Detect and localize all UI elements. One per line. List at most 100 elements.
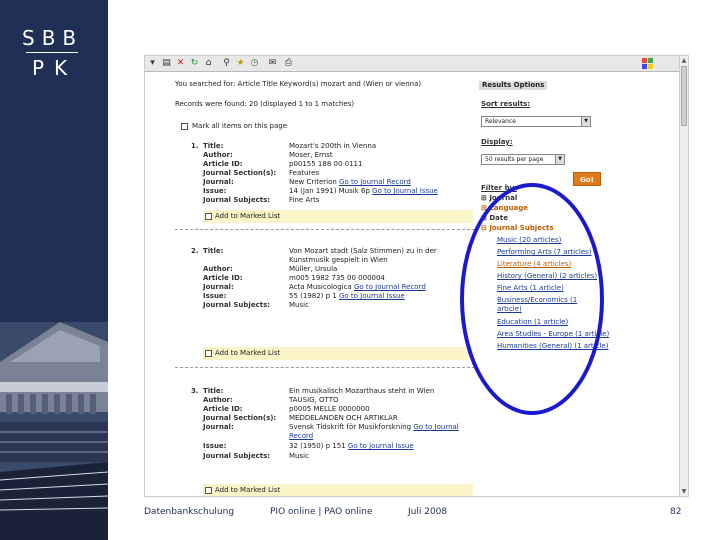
- print-icon[interactable]: ⎙: [283, 58, 294, 69]
- journal-record-link[interactable]: Go to Journal Record: [339, 178, 411, 186]
- field-value: Features: [289, 169, 320, 177]
- left-branding-panel: SBB PK: [0, 0, 108, 540]
- field-label: Journal:: [203, 283, 234, 291]
- add-to-marked-list-label: Add to Marked List: [215, 349, 281, 357]
- close-icon[interactable]: ✕: [175, 58, 186, 69]
- chevron-down-icon[interactable]: ▼: [581, 117, 590, 126]
- mark-all-checkbox[interactable]: [181, 123, 188, 130]
- home-icon[interactable]: ⌂: [203, 58, 214, 69]
- issue-text: 14 (Jan 1991) Musik 6p: [289, 187, 370, 195]
- field-label: Issue:: [203, 292, 227, 300]
- add-to-marked-list-checkbox[interactable]: [205, 350, 212, 357]
- footer-date: Juli 2008: [408, 507, 448, 517]
- history-icon[interactable]: ◷: [249, 58, 260, 69]
- field-value: 55 (1982) p 1 Go to Journal Issue: [289, 292, 405, 301]
- result-separator: [175, 229, 475, 230]
- windows-logo-icon: [642, 58, 653, 69]
- chevron-down-icon[interactable]: ▼: [555, 155, 564, 164]
- records-found: Records were found: 20 (displayed 1 to 1…: [175, 100, 355, 108]
- slide-footer: Datenbankschulung PIO online | PAO onlin…: [144, 507, 684, 523]
- field-label: Issue:: [203, 187, 227, 195]
- field-value: MEDDELANDEN OCH ARTIKLAR: [289, 414, 398, 422]
- field-value: Acta Musicologica Go to Journal Record: [289, 283, 426, 292]
- field-label: Title:: [203, 387, 224, 395]
- go-button[interactable]: Go!: [573, 172, 601, 186]
- highlight-ellipse: [460, 183, 604, 415]
- scroll-down-arrow-icon[interactable]: ▼: [680, 487, 688, 496]
- favorites-icon[interactable]: ★: [235, 58, 246, 69]
- dropdown-icon[interactable]: ▾: [147, 58, 158, 69]
- field-label: Article ID:: [203, 405, 243, 413]
- mail-icon[interactable]: ✉: [267, 58, 278, 69]
- add-to-marked-list-label: Add to Marked List: [215, 212, 281, 220]
- scroll-thumb[interactable]: [681, 66, 687, 126]
- logo-line-1: SBB: [22, 26, 84, 50]
- journal-name: New Criterion: [289, 178, 337, 186]
- vertical-scrollbar[interactable]: ▲ ▼: [679, 56, 688, 496]
- result-number: 3.: [191, 387, 199, 395]
- logo-line-2: PK: [32, 56, 78, 80]
- field-label: Journal Subjects:: [203, 301, 271, 309]
- display-label: Display:: [481, 138, 513, 146]
- add-to-marked-list-checkbox[interactable]: [205, 213, 212, 220]
- display-select[interactable]: 50 results per page ▼: [481, 154, 565, 165]
- results-page: You searched for: Article Title Keyword(…: [175, 76, 680, 496]
- field-value: Fine Arts: [289, 196, 320, 204]
- result-title: Von Mozart stadt (Salz Stimmen) zu in de…: [289, 247, 437, 255]
- footer-course: Datenbankschulung: [144, 507, 235, 517]
- sort-results-value: Relevance: [485, 118, 516, 125]
- journal-issue-link[interactable]: Go to Journal Issue: [348, 442, 414, 450]
- field-label: Author:: [203, 396, 233, 404]
- issue-text: 32 (1950) p 151: [289, 442, 346, 450]
- sort-results-select[interactable]: Relevance ▼: [481, 116, 591, 127]
- browser-toolbar: ▾ ▤ ✕ ↻ ⌂ ⚲ ★ ◷ ✉ ⎙: [145, 56, 688, 72]
- add-to-marked-list-label: Add to Marked List: [215, 486, 281, 494]
- field-value: 14 (Jan 1991) Musik 6p Go to Journal Iss…: [289, 187, 438, 196]
- library-building-image: [0, 322, 108, 540]
- field-label: Issue:: [203, 442, 227, 450]
- footer-databases: PIO online | PAO online: [270, 507, 373, 517]
- result-title: Ein musikalisch Mozarthaus steht in Wien: [289, 387, 435, 395]
- field-value: Moser, Ernst: [289, 151, 333, 159]
- field-label: Journal Subjects:: [203, 196, 271, 204]
- scroll-up-arrow-icon[interactable]: ▲: [680, 56, 688, 65]
- sort-results-label: Sort results:: [481, 100, 531, 108]
- field-label: Journal Section(s):: [203, 414, 277, 422]
- journal-record-link[interactable]: Go to Journal Record: [354, 283, 426, 291]
- journal-issue-link[interactable]: Go to Journal Issue: [372, 187, 438, 195]
- field-label: Title:: [203, 142, 224, 150]
- field-label: Author:: [203, 265, 233, 273]
- logo-divider: [26, 52, 78, 53]
- footer-page-number: 82: [670, 507, 682, 517]
- field-value: m005 1982 735 00 000004: [289, 274, 385, 282]
- field-label: Journal Subjects:: [203, 452, 271, 460]
- field-label: Title:: [203, 247, 224, 255]
- result-number: 2.: [191, 247, 199, 255]
- journal-record-link-cont[interactable]: Record: [289, 432, 313, 441]
- field-value: Svensk Tidskrift för Musikforskning Go t…: [289, 423, 459, 432]
- field-value: p00155 188 00 0111: [289, 160, 363, 168]
- refresh-icon[interactable]: ↻: [189, 58, 200, 69]
- journal-name: Svensk Tidskrift för Musikforskning: [289, 423, 412, 431]
- field-value: TAUSIG, OTTO: [289, 396, 339, 404]
- field-value: New Criterion Go to Journal Record: [289, 178, 411, 187]
- field-label: Author:: [203, 151, 233, 159]
- issue-text: 55 (1982) p 1: [289, 292, 337, 300]
- journal-record-link[interactable]: Go to Journal: [413, 423, 458, 431]
- result-separator: [175, 367, 475, 368]
- result-title: Mozart's 200th in Vienna: [289, 142, 377, 150]
- field-value: p0005 MELLE 0000000: [289, 405, 370, 413]
- field-label: Journal:: [203, 423, 234, 431]
- add-to-marked-list-checkbox[interactable]: [205, 487, 212, 494]
- journal-issue-link[interactable]: Go to Journal Issue: [339, 292, 405, 300]
- search-summary: You searched for: Article Title Keyword(…: [175, 80, 422, 88]
- mark-all-label: Mark all items on this page: [192, 122, 288, 130]
- field-value: 32 (1950) p 151 Go to Journal Issue: [289, 442, 414, 451]
- display-value: 50 results per page: [485, 156, 544, 163]
- save-icon[interactable]: ▤: [161, 58, 172, 69]
- field-value: Müller, Ursula: [289, 265, 338, 273]
- field-label: Article ID:: [203, 274, 243, 282]
- journal-name: Acta Musicologica: [289, 283, 352, 291]
- search-icon[interactable]: ⚲: [221, 58, 232, 69]
- result-number: 1.: [191, 142, 199, 150]
